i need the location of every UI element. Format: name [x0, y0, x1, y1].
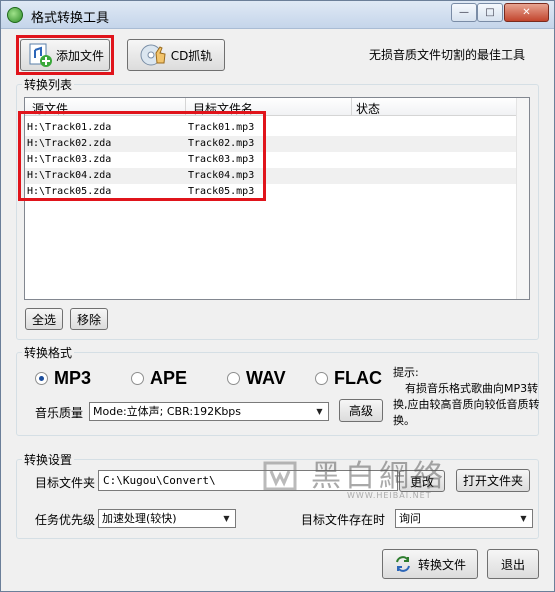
column-status[interactable]: 状态	[356, 100, 380, 117]
radio-wav-dot	[227, 372, 240, 385]
quality-label: 音乐质量	[35, 406, 84, 420]
exists-select[interactable]: 询问 ▼	[395, 509, 533, 528]
priority-label: 任务优先级	[35, 513, 96, 527]
radio-mp3-dot	[35, 372, 48, 385]
highlight-box-add	[16, 35, 114, 75]
convert-arrows-icon	[396, 556, 410, 572]
tagline: 无损音质文件切割的最佳工具	[369, 48, 526, 62]
chevron-down-icon: ▼	[223, 514, 230, 523]
window-title: 格式转换工具	[31, 11, 110, 26]
target-folder-label: 目标文件夹	[35, 476, 96, 490]
watermark-url: WWW.HEIBAI.NET	[347, 491, 432, 500]
radio-wav[interactable]: WAV	[227, 368, 286, 389]
radio-ape[interactable]: APE	[131, 368, 187, 389]
radio-mp3-label: MP3	[54, 368, 92, 388]
convert-label: 转换文件	[417, 557, 466, 572]
quality-select[interactable]: Mode:立体声; CBR:192Kbps ▼	[89, 402, 329, 421]
title-bar[interactable]: 格式转换工具 — □ ✕	[1, 1, 554, 29]
radio-ape-label: APE	[150, 368, 188, 388]
highlight-box-list	[18, 111, 266, 201]
chevron-down-icon: ▼	[316, 407, 323, 416]
cd-hand-icon	[140, 44, 166, 66]
settings-label: 转换设置	[22, 451, 75, 468]
advanced-button[interactable]: 高级	[339, 399, 383, 422]
hint-box: 提示: 有损音乐格式歌曲向MP3转换,应由较高音质向较低音质转换。	[393, 365, 543, 429]
cd-rip-button[interactable]: CD抓轨	[127, 39, 225, 71]
quality-value: Mode:立体声; CBR:192Kbps	[93, 405, 242, 418]
priority-select[interactable]: 加速处理(较快) ▼	[98, 509, 236, 528]
watermark-text: 黑白網絡	[311, 459, 447, 494]
convert-button[interactable]: 转换文件	[382, 549, 478, 579]
radio-mp3[interactable]: MP3	[35, 368, 91, 389]
cd-rip-label: CD抓轨	[170, 48, 213, 63]
format-label: 转换格式	[22, 344, 75, 361]
radio-flac[interactable]: FLAC	[315, 368, 382, 389]
close-button[interactable]: ✕	[504, 3, 549, 22]
radio-flac-label: FLAC	[334, 368, 382, 388]
hint-text: 有损音乐格式歌曲向MP3转换,应由较高音质向较低音质转换。	[393, 382, 540, 427]
radio-ape-dot	[131, 372, 144, 385]
watermark-logo-icon	[263, 461, 297, 491]
maximize-button[interactable]: □	[477, 3, 503, 22]
list-scrollbar[interactable]	[516, 98, 529, 299]
watermark: 黑白網絡 WWW.HEIBAI.NET	[251, 447, 481, 507]
chevron-down-icon: ▼	[520, 514, 527, 523]
priority-value: 加速处理(较快)	[102, 512, 177, 525]
remove-button[interactable]: 移除	[70, 308, 108, 330]
app-window: 格式转换工具 — □ ✕ 添加文件 CD抓轨 无损音质文件切割的最佳工具 转换列…	[0, 0, 555, 592]
app-icon	[7, 7, 23, 23]
radio-wav-label: WAV	[246, 368, 286, 388]
exists-label: 目标文件存在时	[301, 513, 386, 527]
exit-button[interactable]: 退出	[487, 549, 539, 579]
radio-flac-dot	[315, 372, 328, 385]
convert-list-label: 转换列表	[22, 76, 75, 93]
exists-value: 询问	[399, 512, 421, 525]
minimize-button[interactable]: —	[451, 3, 477, 22]
select-all-button[interactable]: 全选	[25, 308, 63, 330]
hint-title: 提示:	[393, 366, 419, 379]
